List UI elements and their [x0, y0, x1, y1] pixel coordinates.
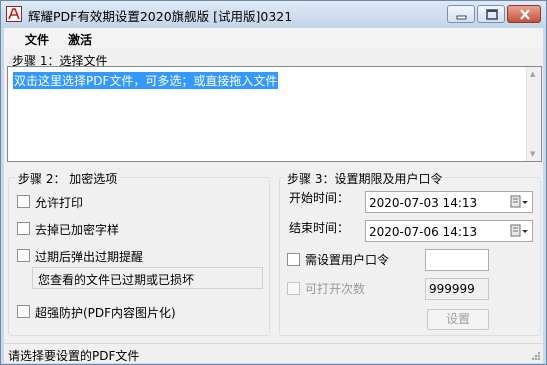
password-input[interactable]: [425, 249, 489, 271]
start-time-picker[interactable]: 2020-07-03 14:13: [365, 191, 533, 213]
status-text: 请选择要设置的PDF文件: [8, 349, 140, 363]
start-time-value[interactable]: 2020-07-03 14:13: [369, 196, 477, 210]
step2-title: 步骤 2： 加密选项: [15, 170, 121, 187]
password-input-field[interactable]: [426, 250, 488, 270]
calendar-dropdown-icon[interactable]: [510, 224, 530, 239]
status-bar: 请选择要设置的PDF文件: [4, 343, 543, 363]
window-title: 辉耀PDF有效期设置2020旗舰版 [试用版]0321: [28, 9, 293, 24]
open-count-input-field[interactable]: [426, 279, 488, 299]
set-button[interactable]: 设置: [427, 309, 489, 330]
scroll-down-icon[interactable]: ▼: [530, 150, 535, 158]
client-area: 文件 激活 步骤 1：选择文件 双击这里选择PDF文件，可多选；或直接拖入文件 …: [4, 28, 543, 363]
maximize-icon: [486, 9, 498, 20]
end-time-picker[interactable]: 2020-07-06 14:13: [365, 220, 533, 242]
allow-print-label[interactable]: 允许打印: [35, 194, 83, 211]
minimize-icon: [456, 15, 467, 20]
vertical-scrollbar[interactable]: ▲ ▼: [526, 67, 541, 161]
menu-activate[interactable]: 激活: [68, 31, 92, 48]
menu-file[interactable]: 文件: [25, 31, 49, 48]
super-protect-label[interactable]: 超强防护(PDF内容图片化): [35, 304, 176, 321]
expired-message-field[interactable]: 您查看的文件已过期或已损坏: [32, 267, 263, 289]
expired-message-text: 您查看的文件已过期或已损坏: [38, 273, 195, 287]
remove-encrypted-mark-checkbox[interactable]: [17, 222, 30, 235]
expire-alert-label[interactable]: 过期后弹出过期提醒: [35, 248, 143, 265]
scroll-up-icon[interactable]: ▲: [530, 70, 535, 78]
start-time-label: 开始时间：: [289, 191, 350, 205]
remove-encrypted-mark-label[interactable]: 去掉已加密字样: [35, 221, 119, 238]
file-drop-hint[interactable]: 双击这里选择PDF文件，可多选；或直接拖入文件: [13, 72, 279, 89]
step3-title: 步骤 3：设置期限及用户口令: [284, 170, 446, 187]
super-protect-checkbox[interactable]: [17, 305, 30, 318]
minimize-button[interactable]: [447, 5, 475, 23]
end-time-label: 结束时间：: [289, 221, 350, 235]
need-password-checkbox[interactable]: [287, 253, 300, 266]
open-count-checkbox[interactable]: [287, 282, 300, 295]
close-button[interactable]: [507, 5, 541, 23]
open-count-input[interactable]: [425, 278, 489, 300]
end-time-value[interactable]: 2020-07-06 14:13: [369, 225, 477, 239]
expire-alert-checkbox[interactable]: [17, 249, 30, 262]
allow-print-checkbox[interactable]: [17, 195, 30, 208]
resize-grip-icon[interactable]: [531, 351, 541, 361]
maximize-button[interactable]: [477, 5, 505, 23]
file-drop-area[interactable]: 双击这里选择PDF文件，可多选；或直接拖入文件 ▲ ▼: [7, 66, 542, 162]
open-count-label[interactable]: 可打开次数: [305, 280, 365, 297]
close-icon: [520, 9, 530, 20]
title-bar[interactable]: 辉耀PDF有效期设置2020旗舰版 [试用版]0321: [1, 1, 546, 28]
need-password-label[interactable]: 需设置用户口令: [305, 251, 389, 268]
calendar-dropdown-icon[interactable]: [510, 195, 530, 210]
app-window: 辉耀PDF有效期设置2020旗舰版 [试用版]0321 文件 激活 步骤 1：选…: [0, 0, 547, 365]
menu-bar: 文件 激活: [4, 28, 543, 48]
pdf-app-icon: [6, 6, 22, 22]
